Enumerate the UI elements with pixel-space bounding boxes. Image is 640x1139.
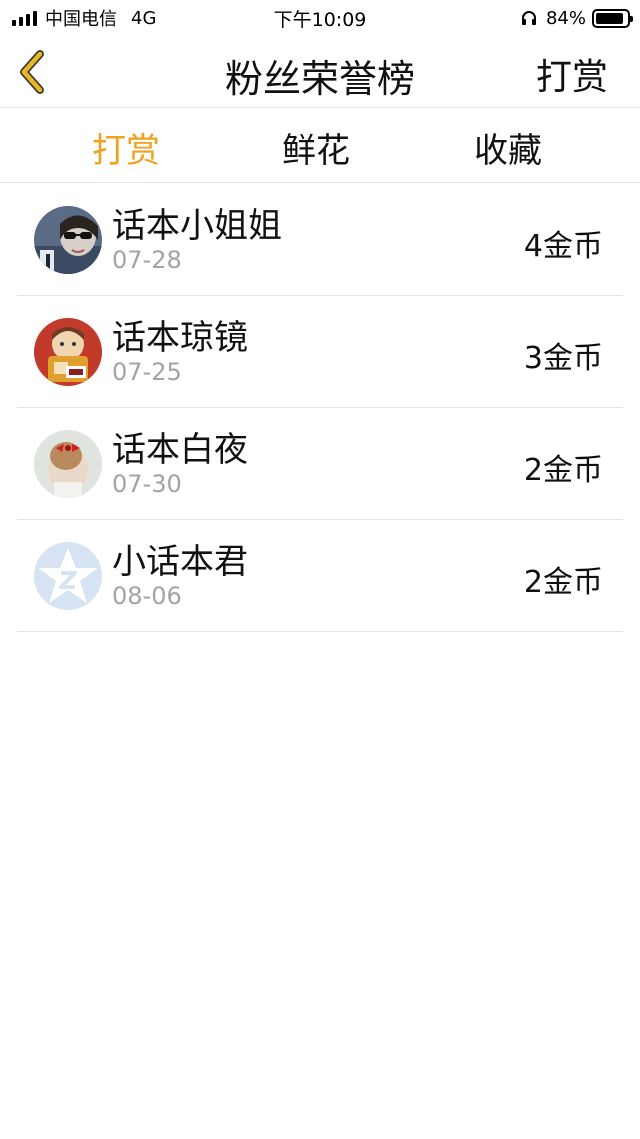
fan-name: 小话本君	[112, 542, 248, 582]
tab-flowers[interactable]: 鲜花	[282, 123, 350, 172]
reward-date: 08-06	[112, 582, 182, 610]
cartoon-avatar	[34, 318, 102, 386]
coin-amount: 2金币	[523, 453, 603, 488]
status-bar: 中国电信 4G 下午10:09 84%	[0, 0, 640, 36]
reward-date: 07-28	[112, 246, 182, 274]
red-bow-avatar	[34, 430, 102, 498]
fan-name: 话本白夜	[112, 430, 248, 470]
headphone-icon	[521, 11, 536, 25]
status-right: 84%	[520, 6, 633, 30]
fan-name: 话本小姐姐	[112, 206, 282, 246]
battery-percent: 84%	[545, 7, 586, 29]
coin-amount: 2金币	[523, 565, 603, 600]
tab-bar: 打赏 鲜花 收藏	[0, 109, 640, 183]
reward-date: 07-25	[112, 358, 182, 386]
reward-date: 07-30	[112, 470, 182, 498]
fan-ranking-list: 话本小姐姐 07-28 4金币 话本琼镜 07-25 3金币 话本白夜 07-3…	[0, 184, 640, 632]
sunglasses-avatar	[34, 206, 102, 274]
list-item[interactable]: 小话本君 08-06 2金币	[17, 520, 623, 632]
reward-button[interactable]: 打赏	[536, 48, 608, 100]
battery-icon	[592, 8, 633, 28]
fan-name: 话本琼镜	[112, 318, 248, 358]
list-item[interactable]: 话本白夜 07-30 2金币	[17, 408, 623, 520]
nav-bar: 粉丝荣誉榜 打赏	[0, 36, 640, 108]
list-item[interactable]: 话本琼镜 07-25 3金币	[17, 296, 623, 408]
tab-favorites[interactable]: 收藏	[474, 123, 542, 172]
list-item[interactable]: 话本小姐姐 07-28 4金币	[17, 184, 623, 296]
tab-reward[interactable]: 打赏	[92, 123, 160, 172]
default-qq-avatar	[34, 542, 102, 610]
coin-amount: 4金币	[523, 229, 603, 264]
coin-amount: 3金币	[523, 341, 603, 376]
